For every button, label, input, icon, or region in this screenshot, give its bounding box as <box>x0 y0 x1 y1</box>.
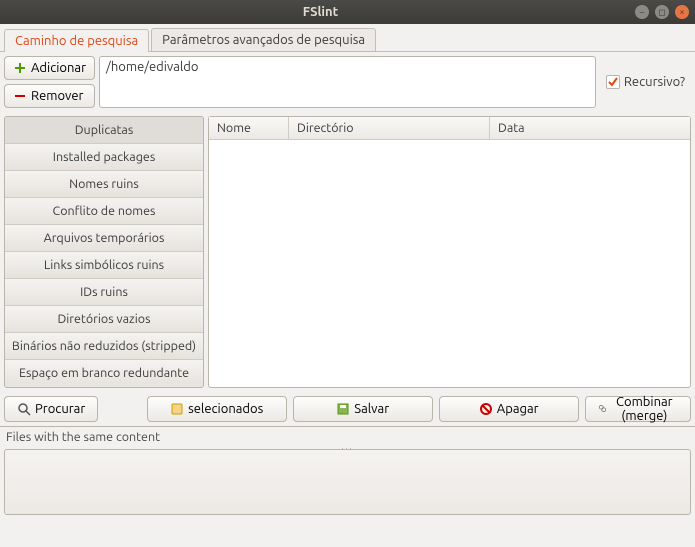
selected-button[interactable]: selecionados <box>147 396 287 422</box>
category-duplicates[interactable]: Duplicatas <box>5 117 203 144</box>
recursive-checkbox[interactable]: Recursivo? <box>600 56 691 108</box>
column-name[interactable]: Nome <box>209 117 289 139</box>
category-bad-ids[interactable]: IDs ruins <box>5 279 203 306</box>
add-button[interactable]: Adicionar <box>4 56 95 80</box>
pane-gripper-icon[interactable]: ··· <box>328 445 368 451</box>
close-button[interactable]: × <box>675 5 689 19</box>
floppy-icon <box>336 402 350 416</box>
save-button-label: Salvar <box>354 402 389 416</box>
tab-advanced[interactable]: Parâmetros avançados de pesquisa <box>151 28 376 51</box>
path-entry[interactable]: /home/edivaldo <box>106 60 589 74</box>
main-area: Duplicatas Installed packages Nomes ruin… <box>0 112 695 392</box>
category-nonstripped[interactable]: Binários não reduzidos (stripped) <box>5 333 203 360</box>
category-empty-dirs[interactable]: Diretórios vazios <box>5 306 203 333</box>
merge-button[interactable]: Combinar (merge) <box>585 396 691 422</box>
file-list[interactable] <box>209 140 690 387</box>
recursive-label: Recursivo? <box>624 75 685 89</box>
title-bar: FSlint – ◻ × <box>0 0 695 24</box>
find-button[interactable]: Procurar <box>4 396 98 422</box>
output-pane[interactable]: ··· <box>4 449 691 515</box>
merge-icon <box>598 402 607 416</box>
category-name-clashes[interactable]: Conflito de nomes <box>5 198 203 225</box>
remove-button-label: Remover <box>31 89 83 103</box>
search-icon <box>17 402 31 416</box>
category-installed-packages[interactable]: Installed packages <box>5 144 203 171</box>
selected-button-label: selecionados <box>188 402 263 416</box>
add-button-label: Adicionar <box>31 61 86 75</box>
minus-icon <box>13 89 27 103</box>
stop-icon <box>479 402 493 416</box>
minimize-button[interactable]: – <box>635 5 649 19</box>
delete-button-label: Apagar <box>497 402 539 416</box>
tab-search-path[interactable]: Caminho de pesquisa <box>4 29 149 52</box>
window-controls: – ◻ × <box>635 5 689 19</box>
file-header: Nome Directório Data <box>209 117 690 140</box>
delete-button[interactable]: Apagar <box>439 396 579 422</box>
column-directory[interactable]: Directório <box>289 117 490 139</box>
category-whitespace[interactable]: Espaço em branco redundante <box>5 360 203 386</box>
window-title: FSlint <box>6 5 635 19</box>
file-pane: Nome Directório Data <box>208 116 691 388</box>
maximize-button[interactable]: ◻ <box>655 5 669 19</box>
column-date[interactable]: Data <box>490 117 690 139</box>
checkbox-icon <box>606 75 620 89</box>
category-bad-names[interactable]: Nomes ruins <box>5 171 203 198</box>
merge-button-label: Combinar (merge) <box>611 395 678 423</box>
path-list[interactable]: /home/edivaldo <box>99 56 596 108</box>
path-buttons: Adicionar Remover <box>4 56 95 108</box>
category-list: Duplicatas Installed packages Nomes ruin… <box>4 116 204 388</box>
tab-bar: Caminho de pesquisa Parâmetros avançados… <box>0 24 695 52</box>
category-temp-files[interactable]: Arquivos temporários <box>5 225 203 252</box>
plus-icon <box>13 61 27 75</box>
search-path-panel: Adicionar Remover /home/edivaldo Recursi… <box>0 52 695 112</box>
save-button[interactable]: Salvar <box>293 396 433 422</box>
action-row: Procurar selecionados Salvar Apagar <box>0 392 695 426</box>
remove-button[interactable]: Remover <box>4 84 95 108</box>
find-button-label: Procurar <box>35 402 85 416</box>
category-bad-symlinks[interactable]: Links simbólicos ruins <box>5 252 203 279</box>
select-icon <box>170 402 184 416</box>
